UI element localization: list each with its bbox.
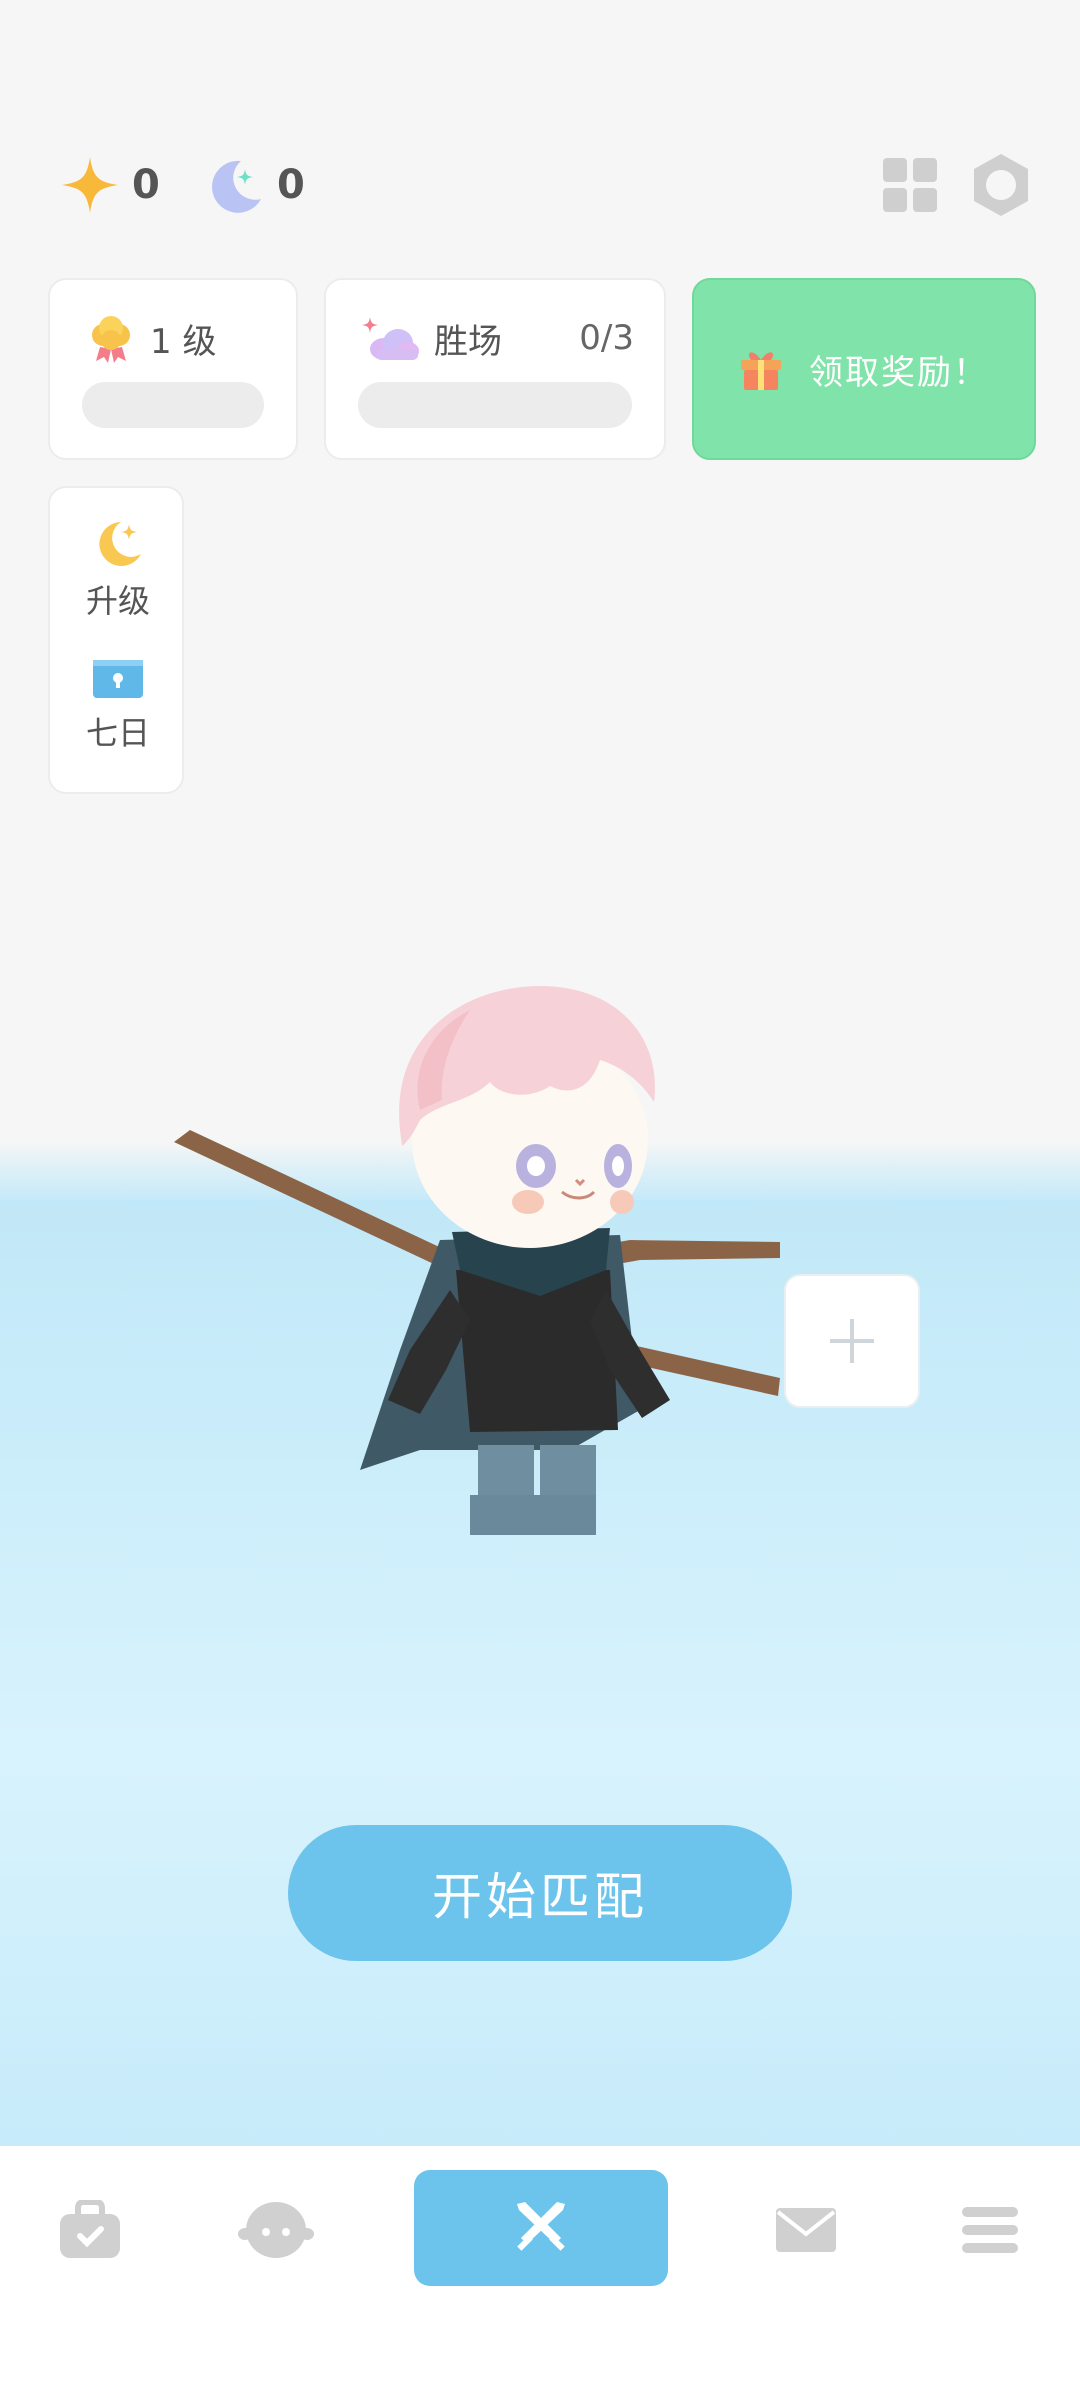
start-match-label: 开始匹配: [432, 1868, 648, 1926]
level-progress-bar: [82, 382, 264, 428]
bag-icon: [60, 2200, 120, 2258]
player-character: [174, 986, 780, 1535]
moon-icon: [212, 160, 261, 213]
moon-star-icon: [99, 522, 141, 566]
start-match-button[interactable]: 开始匹配: [288, 1825, 792, 1961]
claim-reward-label: 领取奖励！: [809, 352, 989, 393]
level-label: 1 级: [150, 321, 217, 362]
nav-battle[interactable]: [414, 2170, 668, 2286]
plus-icon: [830, 1319, 874, 1363]
star-icon: [62, 157, 118, 213]
wins-label: 胜场: [434, 321, 502, 362]
level-card[interactable]: 1 级: [48, 278, 298, 460]
upgrade-label: 升级: [85, 582, 150, 620]
star-count: 0: [132, 162, 160, 208]
wins-count: 0/3: [579, 318, 634, 358]
nav-bag[interactable]: [50, 2180, 130, 2280]
cloud-sparkle-icon: [362, 317, 419, 360]
settings-hexagon-icon[interactable]: [966, 150, 1036, 220]
star-currency: 0: [60, 150, 160, 220]
nav-menu[interactable]: [956, 2180, 1024, 2280]
character-face-icon: [238, 2202, 314, 2258]
mail-icon: [776, 2208, 836, 2252]
claim-reward-button[interactable]: 领取奖励！: [692, 278, 1036, 460]
seven-day-label: 七日: [85, 714, 150, 752]
add-teammate-button[interactable]: [784, 1274, 920, 1408]
level-badge-icon: [92, 316, 130, 363]
moon-count: 0: [277, 162, 305, 208]
seven-day-button[interactable]: 七日: [50, 656, 186, 754]
nav-mail[interactable]: [772, 2180, 840, 2280]
nav-character[interactable]: [234, 2180, 318, 2280]
menu-icon: [962, 2207, 1018, 2253]
crossed-swords-icon: [517, 2202, 565, 2251]
grid-icon[interactable]: [875, 150, 945, 220]
chest-icon: [93, 660, 143, 698]
gift-icon: [741, 352, 781, 390]
side-panel: 升级 七日: [48, 486, 184, 794]
wins-card[interactable]: 胜场 0/3: [324, 278, 666, 460]
wins-progress-bar: [358, 382, 632, 428]
moon-currency: 0: [205, 150, 305, 220]
upgrade-button[interactable]: 升级: [50, 516, 186, 622]
